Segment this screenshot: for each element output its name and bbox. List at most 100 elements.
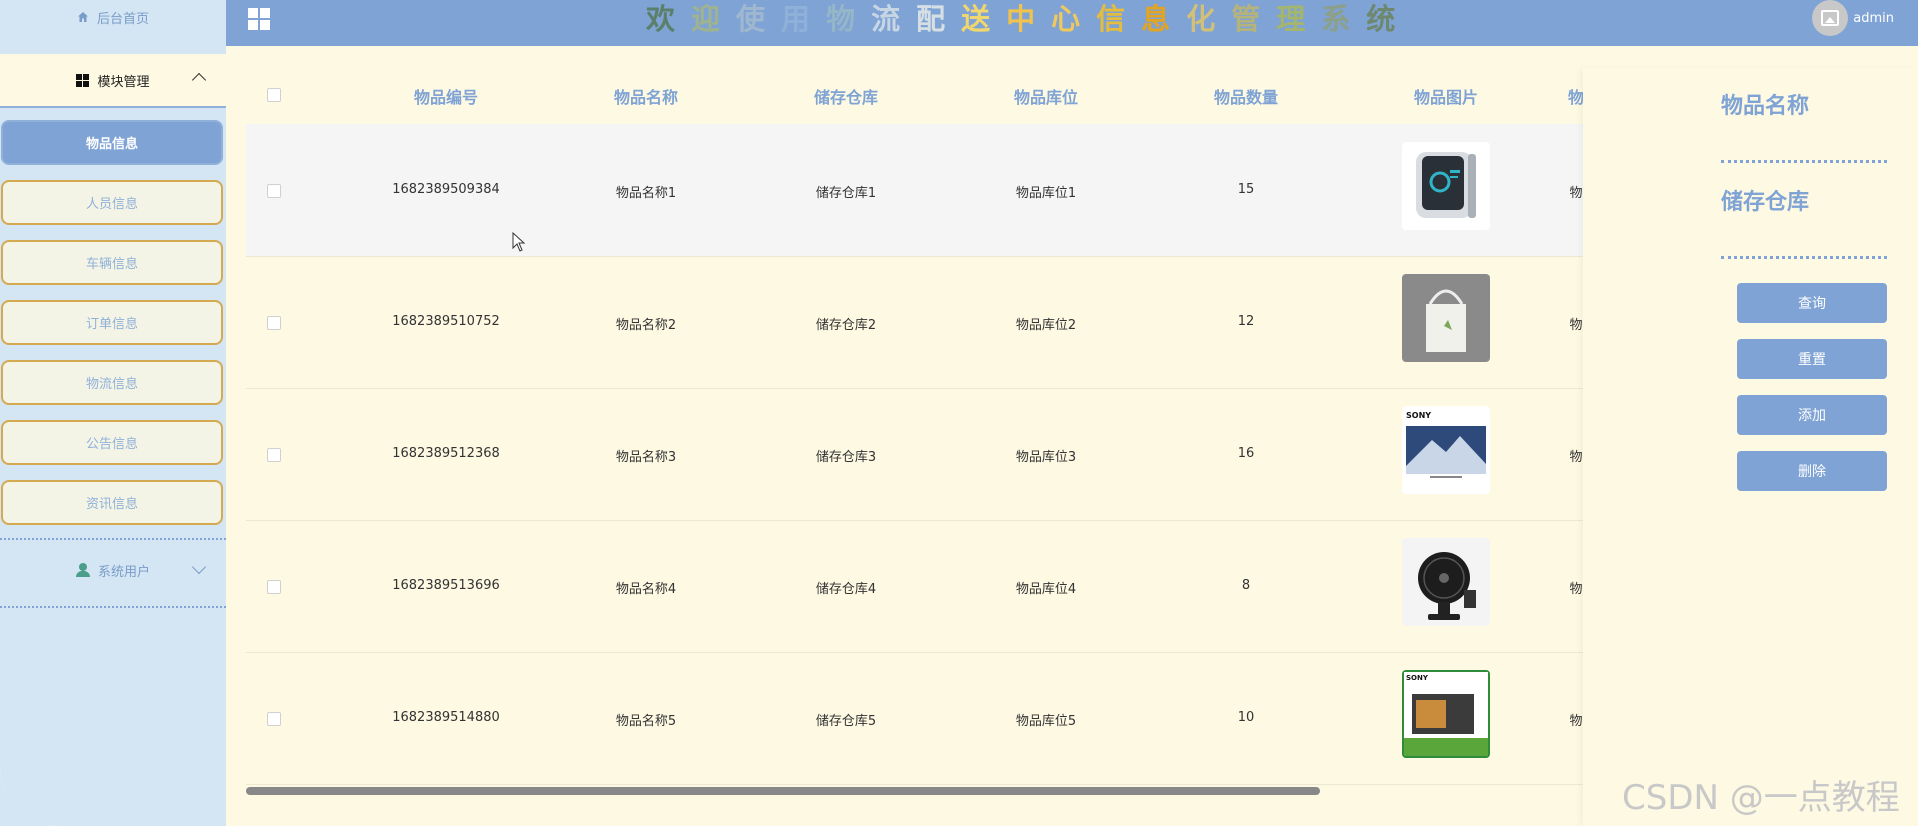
sidebar-home-label: 后台首页 <box>96 11 149 27</box>
chevron-up-icon <box>191 72 207 88</box>
goods-table: 物品编号 物品名称 储存仓库 物品库位 物品数量 物品图片 物 操作 16823… <box>246 60 1702 820</box>
item-image <box>1402 274 1490 362</box>
cell-truncated: 物 <box>1569 318 1583 333</box>
title-char: 配 <box>916 2 962 36</box>
row-checkbox[interactable] <box>267 580 281 594</box>
cell-id: 1682389513696 <box>392 578 500 593</box>
avatar[interactable] <box>1812 0 1848 36</box>
cell-name: 物品名称2 <box>615 318 677 333</box>
svg-text:SONY: SONY <box>1406 674 1429 682</box>
cell-name: 物品名称5 <box>615 714 677 729</box>
title-char: 化 <box>1186 2 1232 36</box>
item-image: SONY <box>1402 406 1490 494</box>
chevron-down-icon <box>191 559 207 575</box>
cell-warehouse: 储存仓库3 <box>815 450 877 465</box>
user-name[interactable]: admin <box>1853 11 1894 26</box>
title-char: 系 <box>1321 2 1367 36</box>
item-image <box>1402 538 1490 626</box>
cell-location: 物品库位5 <box>1015 714 1077 729</box>
row-checkbox[interactable] <box>267 184 281 198</box>
sidebar-item-staff[interactable]: 人员信息 <box>1 180 223 225</box>
table-header: 物品编号 物品名称 储存仓库 物品库位 物品数量 物品图片 物 操作 <box>246 60 1702 124</box>
filter-label-name: 物品名称 <box>1721 94 1810 119</box>
title-char: 理 <box>1276 2 1322 36</box>
item-image: SONY <box>1402 670 1490 758</box>
horizontal-scrollbar[interactable] <box>246 787 1702 795</box>
column-header-location: 物品库位 <box>1013 88 1078 107</box>
table-row[interactable]: 1682389514880物品名称5储存仓库5物品库位510SONY物详情 <box>246 652 1702 785</box>
sidebar-item-label: 公告信息 <box>85 437 138 452</box>
sidebar-item-label: 物流信息 <box>85 377 138 392</box>
user-icon <box>75 563 90 577</box>
cell-id: 1682389509384 <box>392 182 500 197</box>
grid-menu-icon[interactable] <box>248 8 270 30</box>
title-char: 统 <box>1366 2 1412 36</box>
cell-name: 物品名称4 <box>615 582 677 597</box>
watermark: CSDN @一点教程 <box>1622 778 1900 818</box>
mouse-cursor-icon <box>512 232 526 252</box>
filter-label-warehouse: 储存仓库 <box>1721 190 1810 215</box>
cell-quantity: 16 <box>1237 446 1255 461</box>
table-row[interactable]: 1682389512368物品名称3储存仓库3物品库位316SONY物详情 <box>246 388 1702 521</box>
select-all-checkbox[interactable] <box>267 88 281 102</box>
table-row[interactable]: 1682389513696物品名称4储存仓库4物品库位48物详情 <box>246 520 1702 653</box>
column-header-quantity: 物品数量 <box>1213 88 1278 107</box>
grid-icon <box>76 73 90 87</box>
add-button[interactable]: 添加 <box>1737 395 1887 435</box>
sidebar-item-label: 资讯信息 <box>85 497 138 512</box>
sidebar-divider <box>0 538 226 540</box>
sidebar-item-news[interactable]: 资讯信息 <box>1 480 223 525</box>
cell-name: 物品名称1 <box>615 186 677 201</box>
sidebar-item-orders[interactable]: 订单信息 <box>1 300 223 345</box>
query-button[interactable]: 查询 <box>1737 283 1887 323</box>
cell-warehouse: 储存仓库4 <box>815 582 877 597</box>
sidebar-item-label: 物品信息 <box>85 137 138 152</box>
table-row[interactable]: 1682389509384物品名称1储存仓库1物品库位115物详情 <box>246 124 1702 257</box>
column-header-warehouse: 储存仓库 <box>813 88 878 107</box>
filter-input-name[interactable] <box>1721 160 1887 163</box>
title-char: 物 <box>826 2 872 36</box>
reset-button[interactable]: 重置 <box>1737 339 1887 379</box>
image-avatar-icon <box>1821 10 1839 26</box>
sidebar-item-home[interactable]: 后台首页 <box>0 0 226 34</box>
sidebar-group-system-users[interactable]: 系统用户 <box>0 542 226 598</box>
row-checkbox[interactable] <box>267 712 281 726</box>
cell-location: 物品库位3 <box>1015 450 1077 465</box>
row-checkbox[interactable] <box>267 448 281 462</box>
page-title: 欢迎使用物流配送中心信息化管理系统 <box>646 0 1411 36</box>
sidebar-item-label: 人员信息 <box>85 197 138 212</box>
row-checkbox[interactable] <box>267 316 281 330</box>
sidebar-item-goods[interactable]: 物品信息 <box>1 120 223 165</box>
column-header-name: 物品名称 <box>613 88 678 107</box>
item-image <box>1402 142 1490 230</box>
title-char: 用 <box>781 2 827 36</box>
cell-location: 物品库位2 <box>1015 318 1077 333</box>
title-char: 信 <box>1096 2 1142 36</box>
column-header-image: 物品图片 <box>1413 88 1478 107</box>
table-row[interactable]: 1682389510752物品名称2储存仓库2物品库位212物详情 <box>246 256 1702 389</box>
sidebar-divider <box>0 606 226 608</box>
cell-location: 物品库位4 <box>1015 582 1077 597</box>
scrollbar-thumb[interactable] <box>246 787 1320 795</box>
cell-truncated: 物 <box>1569 582 1583 597</box>
title-char: 心 <box>1051 2 1097 36</box>
title-char: 送 <box>961 2 1007 36</box>
sidebar-group-modules[interactable]: 模块管理 <box>0 54 226 108</box>
title-char: 迎 <box>691 2 737 36</box>
cell-id: 1682389514880 <box>392 710 500 725</box>
delete-button[interactable]: 删除 <box>1737 451 1887 491</box>
filter-input-warehouse[interactable] <box>1721 256 1887 259</box>
sidebar-item-notices[interactable]: 公告信息 <box>1 420 223 465</box>
sidebar-item-vehicles[interactable]: 车辆信息 <box>1 240 223 285</box>
column-header-id: 物品编号 <box>413 88 478 107</box>
sidebar-item-logistics[interactable]: 物流信息 <box>1 360 223 405</box>
title-char: 管 <box>1231 2 1277 36</box>
cell-id: 1682389510752 <box>392 314 500 329</box>
search-panel: 物品名称 储存仓库 查询 重置 添加 删除 <box>1583 68 1918 826</box>
cell-quantity: 8 <box>1241 578 1251 593</box>
sidebar: 后台首页 模块管理 物品信息 人员信息 车辆信息 订单信息 物流信息 公告信息 … <box>0 0 226 826</box>
top-header: 欢迎使用物流配送中心信息化管理系统 admin <box>226 0 1918 46</box>
svg-text:SONY: SONY <box>1406 411 1431 420</box>
cell-warehouse: 储存仓库5 <box>815 714 877 729</box>
cell-location: 物品库位1 <box>1015 186 1077 201</box>
